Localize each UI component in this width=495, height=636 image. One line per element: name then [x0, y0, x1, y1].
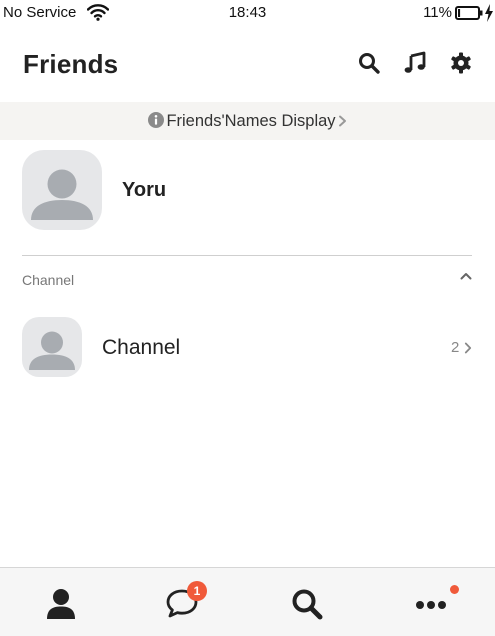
channel-label: Channel	[102, 336, 181, 359]
search-icon	[292, 589, 323, 620]
clock: 18:43	[228, 4, 267, 21]
music-note-icon[interactable]	[403, 51, 427, 75]
default-avatar-icon	[31, 169, 93, 220]
chat-badge: 1	[187, 581, 207, 601]
channel-section-header[interactable]: Channel	[0, 262, 495, 296]
list-item[interactable]: Channel 2	[0, 316, 495, 378]
default-avatar-icon	[29, 331, 75, 370]
nav-friends[interactable]	[31, 568, 91, 636]
avatar[interactable]	[22, 150, 102, 230]
status-bar: No Service 18:43 11%	[0, 0, 495, 26]
names-display-banner[interactable]: Friends'Names Display	[0, 102, 495, 140]
avatar	[22, 317, 82, 377]
gear-icon[interactable]	[449, 51, 473, 75]
info-icon	[148, 112, 165, 128]
profile-name: Yoru	[122, 179, 167, 201]
charging-icon	[485, 4, 493, 22]
bottom-nav: 1	[0, 567, 495, 636]
header: Friends	[0, 40, 495, 90]
nav-more[interactable]	[401, 568, 461, 636]
banner-text: Friends'Names Display	[166, 112, 336, 130]
search-icon[interactable]	[357, 51, 381, 75]
notification-dot	[450, 585, 459, 594]
chevron-right-icon	[464, 342, 472, 354]
chevron-right-icon	[338, 115, 346, 127]
nav-search[interactable]	[277, 568, 337, 636]
my-profile-row[interactable]: Yoru	[0, 150, 495, 232]
battery-icon	[455, 6, 483, 20]
chevron-up-icon[interactable]	[459, 271, 473, 281]
more-dots-icon	[416, 601, 446, 609]
nav-chats[interactable]: 1	[153, 568, 213, 636]
person-icon	[47, 589, 75, 619]
section-label: Channel	[22, 272, 75, 288]
divider	[22, 255, 472, 256]
channel-count: 2	[451, 339, 460, 356]
page-title: Friends	[23, 49, 119, 79]
battery-percent: 11%	[423, 4, 452, 21]
